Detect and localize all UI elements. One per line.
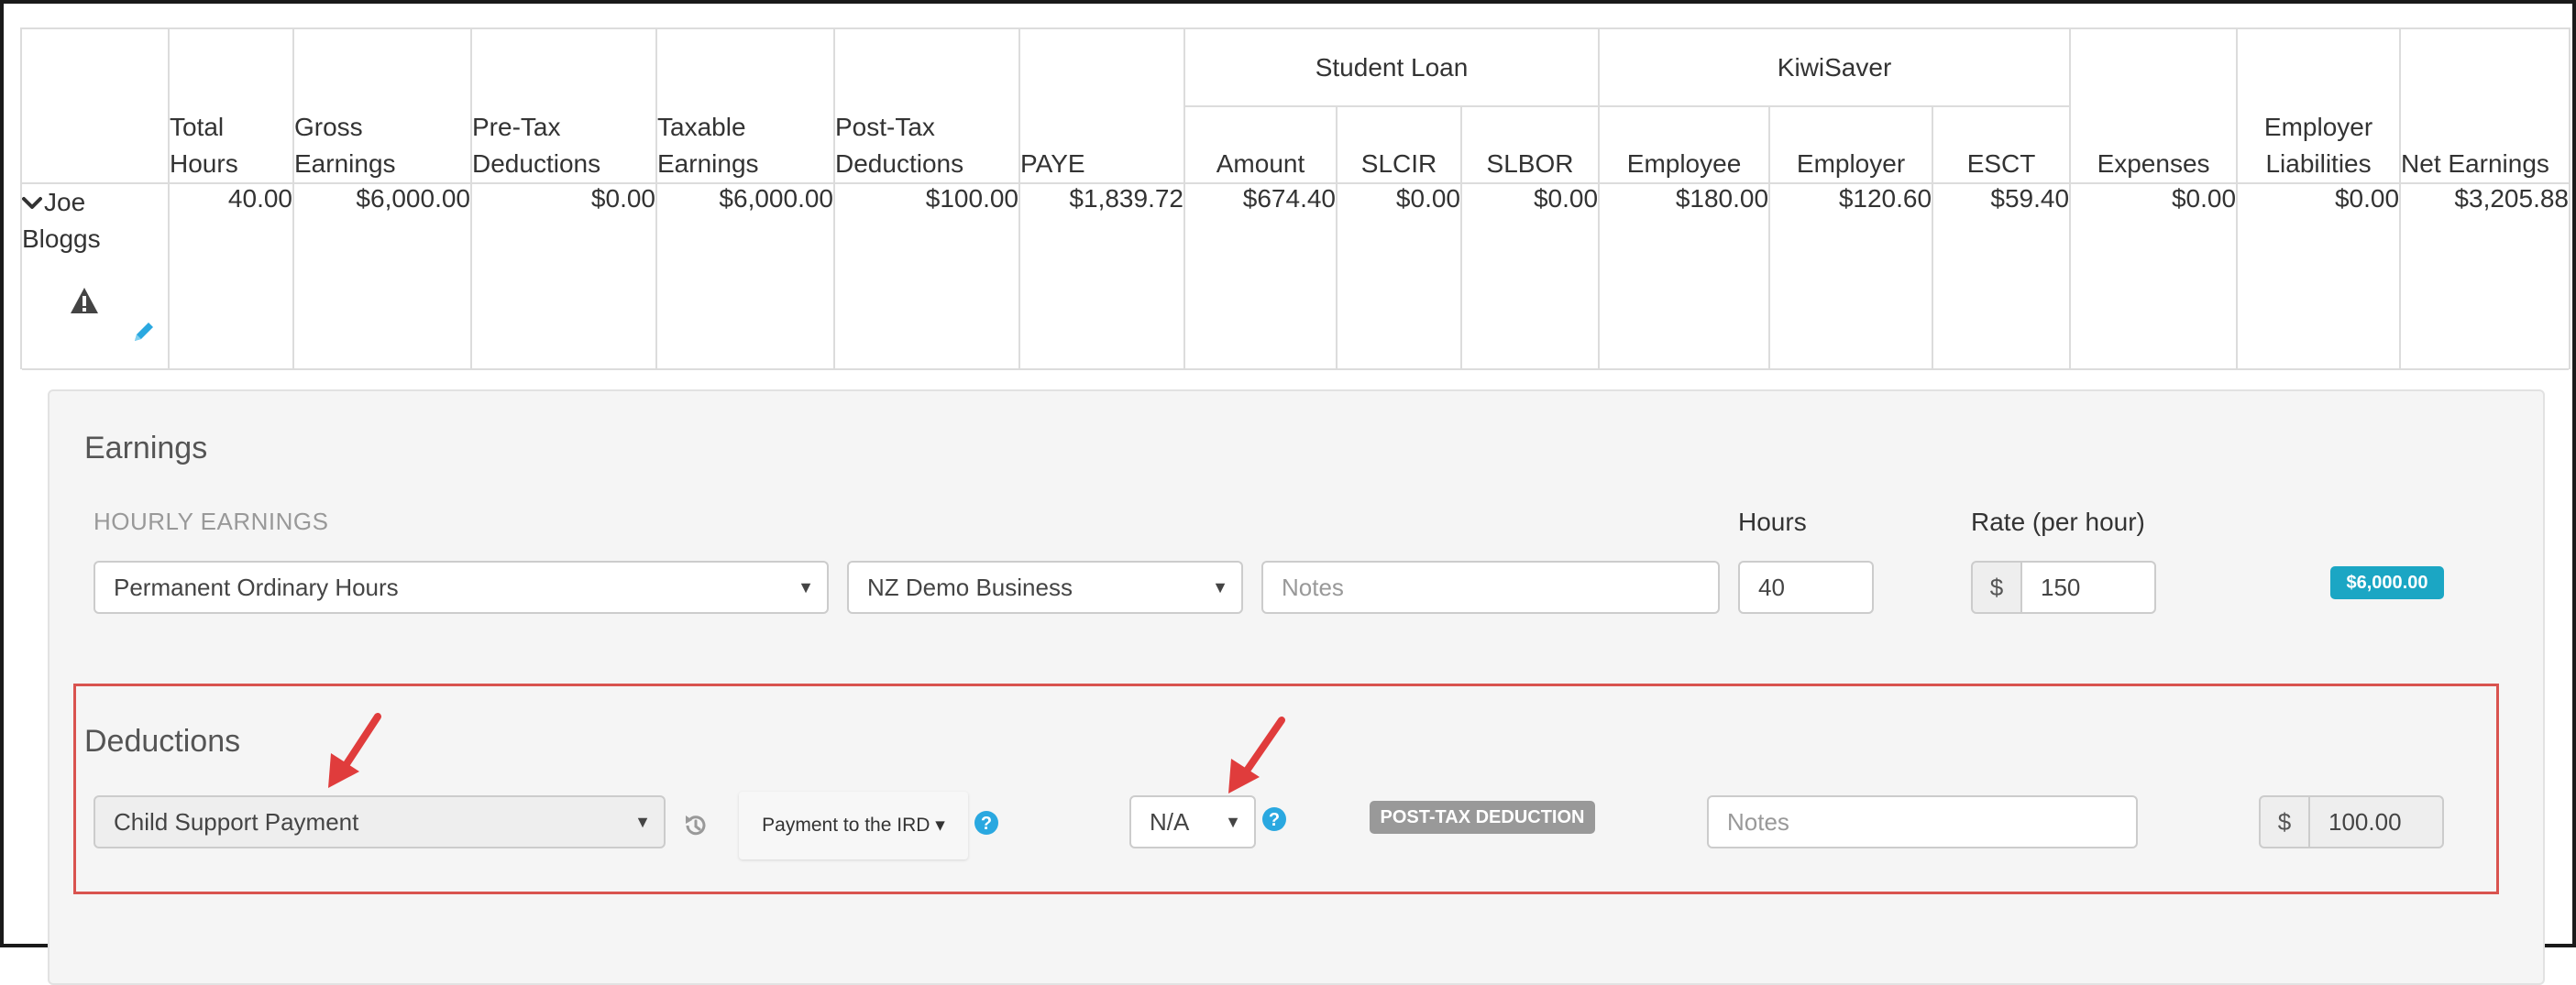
red-arrow-icon — [1228, 717, 1285, 793]
caret-down-icon: ▾ — [935, 815, 945, 836]
pay-category-value: Permanent Ordinary Hours — [114, 574, 399, 601]
caret-down-icon: ▼ — [798, 578, 814, 596]
svg-text:?: ? — [1269, 810, 1280, 830]
rate-input[interactable] — [2020, 561, 2156, 614]
earnings-total-badge: $6,000.00 — [2330, 566, 2444, 599]
student-loan-amount-value: $674.40 — [1183, 182, 1338, 370]
deduction-code-value: N/A — [1150, 808, 1190, 836]
expenses-value: $0.00 — [2069, 182, 2239, 370]
deduction-amount-input[interactable] — [2308, 795, 2444, 848]
header-esct: ESCT — [1932, 105, 2071, 184]
deduction-category-select[interactable]: Child Support Payment ▼ — [94, 795, 666, 848]
net-earnings-value: $3,205.88 — [2399, 182, 2569, 370]
employee-toggle[interactable]: Joe Bloggs — [22, 184, 123, 257]
business-select[interactable]: NZ Demo Business ▼ — [847, 561, 1243, 614]
warning-icon — [71, 288, 98, 313]
caret-down-icon: ▼ — [1212, 578, 1228, 596]
header-slcir: SLCIR — [1336, 105, 1462, 184]
business-value: NZ Demo Business — [867, 574, 1073, 601]
total-hours-value: 40.00 — [168, 182, 294, 370]
header-student-loan: Student Loan — [1183, 29, 1601, 107]
caret-down-icon: ▼ — [1225, 813, 1241, 831]
hourly-earnings-label: HOURLY EARNINGS — [94, 508, 329, 535]
header-total-hours: Total Hours — [168, 29, 294, 184]
history-icon[interactable] — [682, 812, 710, 839]
header-kiwisaver: KiwiSaver — [1598, 29, 2072, 107]
pay-category-select[interactable]: Permanent Ordinary Hours ▼ — [94, 561, 829, 614]
rate-currency-addon: $ — [1971, 561, 2022, 614]
hours-label: Hours — [1738, 508, 1807, 536]
header-employer-liabilities: Employer Liabilities — [2236, 29, 2402, 184]
employee-header — [22, 29, 170, 184]
caret-down-icon: ▼ — [634, 813, 651, 831]
header-paye: PAYE — [1018, 29, 1185, 184]
header-post-tax-deductions: Post-Tax Deductions — [833, 29, 1020, 184]
esct-value: $59.40 — [1932, 182, 2072, 370]
header-taxable-earnings: Taxable Earnings — [655, 29, 835, 184]
employee-cell: Joe Bloggs — [22, 182, 170, 370]
earnings-notes-input[interactable] — [1261, 561, 1720, 614]
hours-input[interactable] — [1738, 561, 1874, 614]
deduction-currency-addon: $ — [2259, 795, 2310, 848]
payment-to-dropdown[interactable]: Payment to the IRD ▾ — [739, 792, 968, 859]
header-kiwisaver-employee: Employee — [1598, 105, 1771, 184]
rate-label: Rate (per hour) — [1971, 508, 2145, 536]
slbor-value: $0.00 — [1459, 182, 1601, 370]
payment-to-label: Payment to the IRD — [762, 815, 930, 836]
slcir-value: $0.00 — [1336, 182, 1462, 370]
deduction-type-badge: POST-TAX DEDUCTION — [1370, 801, 1595, 834]
header-net-earnings: Net Earnings — [2399, 29, 2569, 184]
deduction-notes-input[interactable] — [1707, 795, 2138, 848]
deduction-category-value: Child Support Payment — [114, 808, 359, 836]
pre-tax-deductions-value: $0.00 — [470, 182, 657, 370]
payroll-summary-table: Total Hours Gross Earnings Pre-Tax Deduc… — [20, 27, 2570, 370]
header-student-loan-amount: Amount — [1184, 105, 1338, 184]
header-kiwisaver-employer: Employer — [1768, 105, 1934, 184]
kiwisaver-employee-value: $180.00 — [1598, 182, 1771, 370]
payroll-window: Total Hours Gross Earnings Pre-Tax Deduc… — [0, 0, 2576, 985]
chevron-down-icon[interactable] — [22, 184, 42, 221]
deductions-title: Deductions — [84, 724, 241, 759]
header-slbor: SLBOR — [1459, 105, 1601, 184]
earnings-title: Earnings — [84, 431, 208, 465]
red-arrow-icon — [328, 713, 381, 788]
question-circle-icon[interactable]: ? — [1261, 806, 1287, 832]
pencil-icon[interactable] — [130, 318, 158, 345]
gross-earnings-value: $6,000.00 — [292, 182, 472, 370]
paye-value: $1,839.72 — [1018, 182, 1185, 370]
kiwisaver-employer-value: $120.60 — [1768, 182, 1934, 370]
header-gross-earnings: Gross Earnings — [292, 29, 472, 184]
taxable-earnings-value: $6,000.00 — [655, 182, 835, 370]
post-tax-deductions-value: $100.00 — [833, 182, 1020, 370]
employer-liabilities-value: $0.00 — [2236, 182, 2402, 370]
header-expenses: Expenses — [2069, 29, 2239, 184]
svg-text:?: ? — [981, 814, 992, 834]
table-row: Joe Bloggs 40.00 $6,000.00 $0.00 $6,000.… — [22, 182, 2569, 370]
header-pre-tax-deductions: Pre-Tax Deductions — [470, 29, 657, 184]
question-circle-icon[interactable]: ? — [974, 810, 999, 836]
deduction-code-select[interactable]: N/A ▼ — [1129, 795, 1256, 848]
